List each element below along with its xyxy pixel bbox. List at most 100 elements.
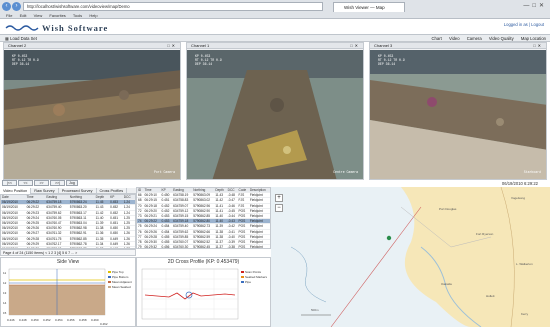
panel-title: Channel 2 □✕ [4, 43, 180, 49]
y-tick: 15 [3, 311, 7, 315]
x-tick: 0.446 [7, 318, 15, 322]
map-canvas: Port Douglas Vogelsong Fort Ryerson L. W… [271, 187, 550, 327]
osd-line: DEP 36.14 [12, 62, 30, 66]
vessel-marker-icon[interactable] [386, 235, 392, 241]
map-label: Vogelsong [511, 196, 525, 200]
pager[interactable]: Page 4 of 24 (1150 items) < 1 2 3 [4] 5 … [0, 249, 136, 256]
table-row[interactable]: 78 06:29:30 0.455 634760.07 5790862.52 11.37-… [137, 239, 270, 246]
map-location-menu[interactable]: Map Location [521, 36, 546, 41]
x-tick: 0.452 [43, 318, 51, 322]
video-panel-channel-1: Channel 1 □✕ KP 0.453 RT 0.12 TR 0.9 DEP 36… [186, 42, 364, 180]
legend-scan-points: Scan Points [245, 270, 262, 274]
x-tick: 0.454 [55, 318, 63, 322]
video-osd: KP 0.453 RT 0.12 TR 0.9 DEP 36.14 [195, 54, 222, 66]
seabed-video-image [370, 50, 546, 179]
last-button[interactable]: >>| [50, 180, 65, 186]
map-scale-label: 500m [311, 308, 319, 312]
playback-controls: |<< << >> >>| Jog [2, 180, 78, 187]
video-timestamp: 06/19/2010 6:29:22 [501, 181, 538, 186]
panel-title-text: Channel 1 [191, 43, 210, 48]
back-icon[interactable]: ‹ [2, 2, 11, 11]
video-osd: KP 0.453 RT 0.12 TR 0.9 DEP 36.14 [12, 54, 39, 66]
table-cell: 5790862.45 [192, 244, 215, 248]
side-view-chart: Side View 11 12 13 14 15 0.446 0.448 0.4… [0, 257, 136, 327]
x-tick: 0.462 [100, 322, 108, 326]
forward-icon[interactable]: › [12, 2, 21, 11]
load-dataset-button[interactable]: ▦ Load Data Set [5, 36, 37, 41]
osd-line: DEP 36.14 [195, 62, 213, 66]
panel-title-text: Channel 2 [8, 43, 27, 48]
panel-controls-icon[interactable]: □✕ [533, 43, 543, 49]
forward-button[interactable]: >> [34, 180, 49, 186]
camera-menu[interactable]: Camera [467, 36, 482, 41]
table-row[interactable]: 77 06:29:28 0.455 634759.85 5790862.59 11.38-… [137, 234, 270, 241]
table-cell: POS [237, 244, 249, 248]
browser-chrome: ‹ › http://localhost/wishsoftware.com/vi… [0, 0, 550, 19]
legend-pipe-top: Pipe Top [112, 270, 124, 274]
panel-controls-icon[interactable]: □✕ [350, 43, 360, 49]
logo: Wish Software [42, 23, 109, 33]
address-bar[interactable]: http://localhost/wishsoftware.com/videov… [23, 2, 323, 11]
video-menu[interactable]: Video [449, 36, 460, 41]
table-row[interactable]: 70 06:29:18 0.452 634759.07 5790862.96 11.41-… [137, 203, 270, 209]
map[interactable]: Port Douglas Vogelsong Fort Ryerson L. W… [271, 187, 550, 327]
table-row[interactable]: 73 06:29:21 0.453 634759.15 5790862.85 11.40-… [137, 213, 270, 220]
panel-title-text: Channel 3 [374, 43, 393, 48]
seabed-video-image [4, 50, 180, 179]
x-tick: 0.460 [91, 318, 99, 322]
panel-title: Channel 1 □✕ [187, 43, 363, 49]
window-controls[interactable]: —□✕ [523, 2, 547, 9]
table-cell: -0.38 [226, 244, 238, 248]
table-row[interactable]: 72 06:29:20 0.452 634759.12 5790862.90 11.41-… [137, 208, 270, 215]
load-dataset-label: Load Data Set [10, 36, 37, 41]
chart-menu[interactable]: Chart [432, 36, 442, 41]
seabed-video-image [187, 50, 363, 179]
map-label: Oakside [441, 282, 452, 286]
menu-tools[interactable]: Tools [73, 13, 82, 18]
table-cell: 11.37 [214, 244, 227, 248]
video-feed[interactable]: KP 0.453 RT 0.12 TR 0.9 DEP 36.14 Port Cam… [4, 50, 180, 179]
camera-tag: Port Camera [153, 170, 175, 174]
x-tick: 0.458 [79, 318, 87, 322]
menu-view[interactable]: View [34, 13, 43, 18]
y-tick: 12 [3, 281, 7, 285]
map-label: Hullett [486, 294, 495, 298]
menu-favorites[interactable]: Favorites [49, 13, 65, 18]
y-tick: 13 [3, 291, 7, 295]
zoom-out-button[interactable]: − [275, 204, 283, 212]
legend-mean-seabed: Mean Seabed [112, 285, 131, 289]
cross-profile-chart: 2D Cross Profile (KP: 0.453479) Scan Poi… [136, 257, 271, 327]
video-quality-menu[interactable]: Video Quality [489, 36, 514, 41]
camera-tag: Starboard [523, 170, 541, 174]
legend-pipe: Pipe [245, 280, 251, 284]
video-panel-channel-2: Channel 2 □✕ KP 0.453 RT 0.12 TR 0.9 DEP 36… [3, 42, 181, 180]
first-button[interactable]: |<< [2, 180, 17, 186]
table-row[interactable]: 76 06:29:26 0.454 634759.62 5790862.66 11.38-… [137, 229, 270, 235]
map-label: Kerry [521, 312, 529, 316]
table-cell: Fieldjoint [248, 244, 270, 248]
jog-button[interactable]: Jog [66, 180, 78, 186]
video-panel-channel-3: Channel 3 □✕ KP 0.453 RT 0.12 TR 0.9 DEP 36… [369, 42, 547, 180]
browser-tab[interactable]: Wish Viewer — Map [333, 2, 405, 12]
menu-file[interactable]: File [6, 13, 12, 18]
map-label: Fort Ryerson [476, 232, 494, 236]
table-cell: 06:29:32 [143, 244, 161, 248]
legend-seabed-markers: Seabed Markers [245, 275, 268, 279]
video-osd: KP 0.453 RT 0.12 TR 0.9 DEP 36.14 [378, 54, 405, 66]
menu-help[interactable]: Help [89, 13, 97, 18]
zoom-in-button[interactable]: + [275, 194, 283, 202]
login-status[interactable]: Logged in as | Logout [504, 22, 544, 27]
video-feed[interactable]: KP 0.453 RT 0.12 TR 0.9 DEP 36.14 Starboar… [370, 50, 546, 179]
menu-edit[interactable]: Edit [20, 13, 27, 18]
y-tick: 14 [3, 301, 7, 305]
toolbar: ▦ Load Data Set Chart Video Camera Video… [0, 35, 550, 42]
panel-controls-icon[interactable]: □✕ [167, 43, 177, 49]
map-label: Port Douglas [439, 207, 457, 211]
video-feed[interactable]: KP 0.453 RT 0.12 TR 0.9 DEP 36.14 Centre C… [187, 50, 363, 179]
table-row[interactable]: 79 06:29:32 0.456 634760.30 5790862.45 11.37-… [137, 244, 270, 248]
logo-wave-icon [5, 25, 39, 31]
panel-title: Channel 3 □✕ [370, 43, 546, 49]
legend-pipe-bottom: Pipe Bottom [112, 275, 129, 279]
rewind-button[interactable]: << [18, 180, 33, 186]
map-label: L. Walkerton [516, 262, 533, 266]
